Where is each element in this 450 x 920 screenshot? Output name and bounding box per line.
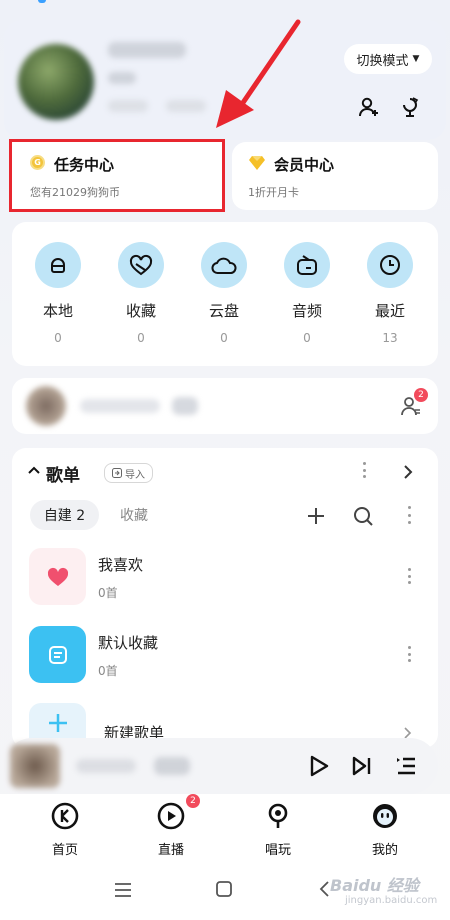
quick-item-audio[interactable]: 音频 0	[277, 242, 337, 345]
level-blurred	[108, 72, 136, 84]
menu-icon[interactable]	[114, 882, 132, 898]
cloud-icon	[201, 242, 247, 288]
next-track-icon[interactable]	[351, 755, 373, 777]
live-play-icon	[157, 802, 185, 830]
mini-player[interactable]	[4, 738, 438, 794]
local-music-icon	[35, 242, 81, 288]
song-artist-blurred	[154, 757, 190, 775]
collapse-chevron-icon[interactable]	[28, 465, 40, 475]
friend-name-blurred	[80, 399, 160, 413]
back-icon[interactable]	[318, 880, 330, 898]
quick-item-local[interactable]: 本地 0	[28, 242, 88, 345]
stat-blurred-1	[108, 100, 148, 112]
song-title-blurred	[76, 759, 136, 773]
playlist-count: 0首	[98, 586, 118, 600]
playlist-name[interactable]: 我喜欢	[98, 554, 143, 575]
tab-label: 首页	[51, 843, 78, 858]
now-playing-cover	[10, 744, 60, 788]
vip-center-title: 会员中心	[274, 156, 335, 174]
live-badge: 2	[186, 794, 200, 808]
more-vertical-icon[interactable]	[404, 646, 414, 662]
quick-item-recent[interactable]: 最近 13	[360, 242, 420, 345]
play-icon[interactable]	[308, 754, 330, 778]
quick-item-cloud[interactable]: 云盘 0	[194, 242, 254, 345]
quick-count: 0	[303, 331, 311, 345]
import-label: 导入	[125, 469, 145, 481]
highlight-box	[9, 139, 225, 212]
tab-live[interactable]: 直播	[141, 802, 201, 858]
vip-center-subtitle: 1折开月卡	[248, 186, 299, 199]
stat-blurred-2	[166, 100, 206, 112]
quick-count: 13	[382, 331, 398, 345]
tab-label: 我的	[371, 843, 398, 858]
status-indicator	[38, 0, 46, 3]
watermark-url: jingyan.baidu.com	[345, 895, 438, 906]
favorite-playlist-cover[interactable]	[29, 548, 86, 605]
voice-clock-icon[interactable]	[397, 94, 423, 120]
tab-collected[interactable]: 收藏	[112, 500, 156, 530]
pointer-arrow-icon	[216, 19, 301, 128]
quick-label: 音频	[291, 302, 322, 320]
vip-center-card[interactable]: 会员中心 1折开月卡	[232, 142, 438, 210]
add-icon[interactable]	[306, 506, 326, 526]
playlist-count: 0首	[98, 664, 118, 678]
tab-self-created[interactable]: 自建 2	[30, 500, 99, 530]
avatar[interactable]	[18, 44, 94, 120]
friend-badge: 2	[414, 388, 428, 402]
diamond-icon	[249, 156, 265, 170]
quick-count: 0	[137, 331, 145, 345]
playlist-panel: 歌单 导入 自建 2 收藏 我喜欢 0首 默认收藏 0首 新建歌单	[12, 448, 438, 748]
quick-label: 最近	[374, 302, 405, 320]
switch-mode-label: 切换模式	[356, 53, 409, 69]
friend-avatar	[26, 386, 66, 426]
default-playlist-cover[interactable]	[29, 626, 86, 683]
plus-icon	[48, 714, 67, 732]
heart-icon	[118, 242, 164, 288]
playlist-name[interactable]: 默认收藏	[98, 632, 158, 653]
add-friend-icon[interactable]	[356, 94, 382, 120]
profile-face-icon	[373, 804, 397, 828]
username-blurred	[108, 42, 186, 58]
quick-count: 0	[54, 331, 62, 345]
quick-label: 云盘	[208, 302, 239, 320]
more-vertical-icon[interactable]	[359, 462, 369, 478]
friend-strip[interactable]: 2	[12, 378, 438, 434]
chevron-right-icon[interactable]	[403, 465, 413, 479]
microphone-icon	[268, 803, 288, 828]
quick-label: 本地	[42, 302, 73, 320]
kugou-logo-icon	[51, 802, 79, 830]
note-icon	[48, 645, 67, 664]
tab-mine[interactable]: 我的	[355, 802, 415, 858]
more-vertical-icon[interactable]	[404, 506, 414, 524]
radio-icon	[284, 242, 330, 288]
search-icon[interactable]	[352, 505, 374, 527]
quick-access-panel: 本地 0 收藏 0 云盘 0 音频 0 最近 13	[12, 222, 438, 366]
playlist-title: 歌单	[46, 466, 80, 486]
clock-icon	[367, 242, 413, 288]
home-square-icon[interactable]	[215, 880, 233, 898]
tab-home[interactable]: 首页	[35, 802, 95, 858]
bottom-tab-bar: 首页 直播 2 唱玩 我的	[0, 794, 450, 860]
friend-tag-blurred	[172, 397, 198, 415]
profile-page: 切换模式 ▼ G 任务中心 您有21029狗狗币 会员中心 1折开月卡 本地 0	[0, 0, 450, 920]
more-vertical-icon[interactable]	[404, 568, 414, 584]
quick-item-favorites[interactable]: 收藏 0	[111, 242, 171, 345]
tab-label: 直播	[157, 843, 184, 858]
heart-icon	[47, 567, 68, 586]
quick-count: 0	[220, 331, 228, 345]
tab-label: 收藏	[120, 508, 148, 524]
playlist-queue-icon[interactable]	[395, 755, 417, 777]
caret-down-icon: ▼	[412, 54, 420, 64]
tab-sing[interactable]: 唱玩	[248, 802, 308, 858]
quick-label: 收藏	[125, 302, 156, 320]
tab-label: 自建 2	[43, 508, 86, 524]
switch-mode-button[interactable]: 切换模式 ▼	[344, 44, 432, 74]
watermark-logo: Baidu 经验	[330, 876, 419, 895]
tab-label: 唱玩	[264, 843, 291, 858]
import-button[interactable]: 导入	[104, 463, 153, 483]
import-icon	[112, 468, 122, 478]
